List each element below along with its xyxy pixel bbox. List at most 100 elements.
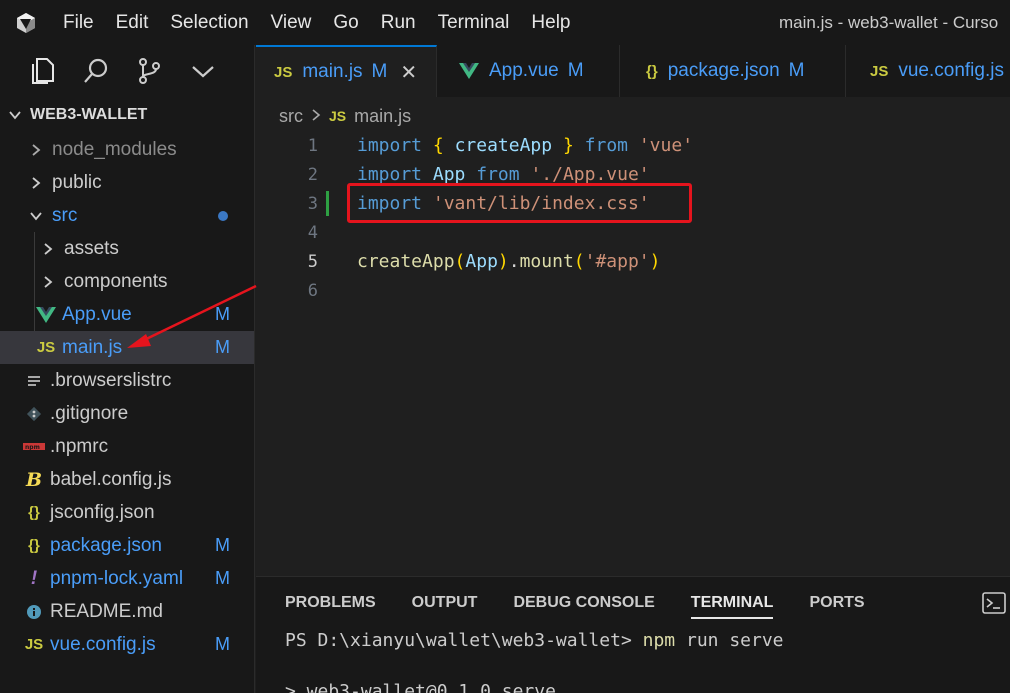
- code-line[interactable]: 5 createApp(App).mount('#app'): [256, 247, 1010, 276]
- chevron-right-icon: [24, 143, 48, 157]
- window-title: main.js - web3-wallet - Curso: [779, 13, 999, 32]
- json-icon: {}: [28, 504, 40, 521]
- terminal-command: npm: [642, 630, 676, 651]
- tree-item-browserslistrc[interactable]: .browserslistrc: [0, 364, 254, 397]
- source-control-icon[interactable]: [136, 45, 190, 97]
- code-token: }: [562, 135, 574, 156]
- menu-view[interactable]: View: [260, 0, 323, 45]
- code-token: createApp: [454, 135, 553, 156]
- code-line[interactable]: 6: [256, 276, 1010, 305]
- explorer-icon[interactable]: [28, 45, 82, 97]
- git-change-marker: [326, 191, 329, 216]
- tree-item-public[interactable]: public: [0, 166, 254, 199]
- tree-item-node-modules[interactable]: node_modules: [0, 133, 254, 166]
- tree-item-npmrc[interactable]: npm .npmrc: [0, 430, 254, 463]
- bottom-panel: PROBLEMS OUTPUT DEBUG CONSOLE TERMINAL P…: [256, 576, 1010, 693]
- tree-item-babel-config[interactable]: B babel.config.js: [0, 463, 254, 496]
- code-token: createApp: [357, 251, 455, 272]
- chevron-down-icon: [8, 108, 30, 122]
- menu-edit[interactable]: Edit: [105, 0, 160, 45]
- tree-item-package-json[interactable]: {} package.json M: [0, 529, 254, 562]
- code-token: from: [584, 135, 628, 156]
- tree-item-jsconfig[interactable]: {} jsconfig.json: [0, 496, 254, 529]
- tree-item-assets[interactable]: assets: [0, 232, 254, 265]
- search-icon[interactable]: [82, 45, 136, 97]
- chevron-down-icon[interactable]: [190, 45, 244, 97]
- indent-guide: [34, 232, 35, 265]
- tree-item-gitignore[interactable]: .gitignore: [0, 397, 254, 430]
- tree-item-src[interactable]: src: [0, 199, 254, 232]
- modified-badge: M: [788, 60, 805, 81]
- js-icon: JS: [274, 63, 293, 81]
- modified-badge: M: [215, 304, 230, 324]
- tree-item-pnpm-lock[interactable]: ! pnpm-lock.yaml M: [0, 562, 254, 595]
- code-token: (: [454, 251, 466, 272]
- close-icon[interactable]: ✕: [400, 60, 417, 85]
- info-icon: [22, 604, 46, 620]
- js-icon: JS: [36, 339, 56, 356]
- modified-badge: M: [567, 60, 584, 81]
- tab-debug-console[interactable]: DEBUG CONSOLE: [513, 577, 654, 629]
- terminal-command-line[interactable]: PS D:\xianyu\wallet\web3-wallet> npm run…: [285, 630, 784, 651]
- tab-terminal[interactable]: TERMINAL: [690, 577, 773, 629]
- tab-package-json[interactable]: {} package.json M: [620, 45, 846, 97]
- json-icon: {}: [28, 537, 40, 554]
- code-token: ): [649, 251, 661, 272]
- tree-item-label: pnpm-lock.yaml: [50, 567, 184, 589]
- tree-item-label: .browserslistrc: [50, 369, 172, 391]
- chevron-right-icon: [36, 275, 60, 289]
- explorer-section-header[interactable]: WEB3-WALLET: [0, 97, 254, 133]
- line-number: 4: [307, 222, 318, 243]
- menu-file[interactable]: File: [52, 0, 105, 45]
- terminal-prompt: PS D:\xianyu\wallet\web3-wallet>: [285, 630, 643, 651]
- tree-item-vue-config[interactable]: JS vue.config.js M: [0, 628, 254, 661]
- tree-item-app-vue[interactable]: App.vue M: [0, 298, 254, 331]
- code-line[interactable]: 1 import { createApp } from 'vue': [256, 131, 1010, 160]
- tree-item-label: node_modules: [52, 138, 177, 160]
- code-token: {: [432, 135, 444, 156]
- tree-item-label: README.md: [50, 600, 163, 622]
- tab-main-js[interactable]: JS main.js M ✕: [256, 45, 437, 97]
- line-number: 1: [307, 135, 318, 156]
- tab-label: vue.config.js: [898, 60, 1004, 81]
- menu-help[interactable]: Help: [520, 0, 581, 45]
- annotation-highlight-box: [347, 183, 692, 223]
- cursor-logo-icon: [0, 0, 52, 45]
- tree-item-label: components: [64, 270, 168, 292]
- menu-go[interactable]: Go: [322, 0, 369, 45]
- breadcrumb-folder[interactable]: src: [279, 106, 303, 127]
- menu-terminal[interactable]: Terminal: [427, 0, 521, 45]
- menu-selection[interactable]: Selection: [159, 0, 259, 45]
- tab-problems[interactable]: PROBLEMS: [285, 577, 376, 629]
- menu-bar: File Edit Selection View Go Run Terminal…: [52, 0, 582, 45]
- modified-badge: M: [215, 634, 230, 654]
- tab-vue-config-js[interactable]: JS vue.config.js: [846, 45, 1010, 97]
- menu-run[interactable]: Run: [370, 0, 427, 45]
- tree-item-label: babel.config.js: [50, 468, 172, 490]
- code-token: App: [432, 164, 466, 185]
- modified-badge: M: [215, 337, 230, 357]
- modified-badge: M: [215, 535, 230, 555]
- tree-item-readme[interactable]: README.md: [0, 595, 254, 628]
- tree-item-label: src: [52, 204, 78, 226]
- breadcrumb-file[interactable]: main.js: [354, 106, 411, 127]
- tree-item-label: package.json: [50, 534, 162, 556]
- terminal-icon[interactable]: [982, 592, 1006, 619]
- svg-text:npm: npm: [25, 444, 40, 451]
- terminal-output-line: > web3-wallet@0.1.0 serve: [285, 681, 556, 693]
- tree-item-components[interactable]: components: [0, 265, 254, 298]
- terminal-args: run serve: [675, 630, 784, 651]
- tab-ports[interactable]: PORTS: [809, 577, 864, 629]
- workspace-title: WEB3-WALLET: [30, 106, 148, 123]
- chevron-down-icon: [24, 210, 48, 222]
- tree-item-label: App.vue: [62, 303, 132, 325]
- code-token: .: [508, 251, 520, 272]
- code-token: (: [573, 251, 585, 272]
- tab-app-vue[interactable]: App.vue M: [437, 45, 620, 97]
- tree-item-main-js[interactable]: JS main.js M: [0, 331, 254, 364]
- code-token: ): [497, 251, 509, 272]
- tree-item-label: jsconfig.json: [50, 501, 155, 523]
- tab-output[interactable]: OUTPUT: [412, 577, 478, 629]
